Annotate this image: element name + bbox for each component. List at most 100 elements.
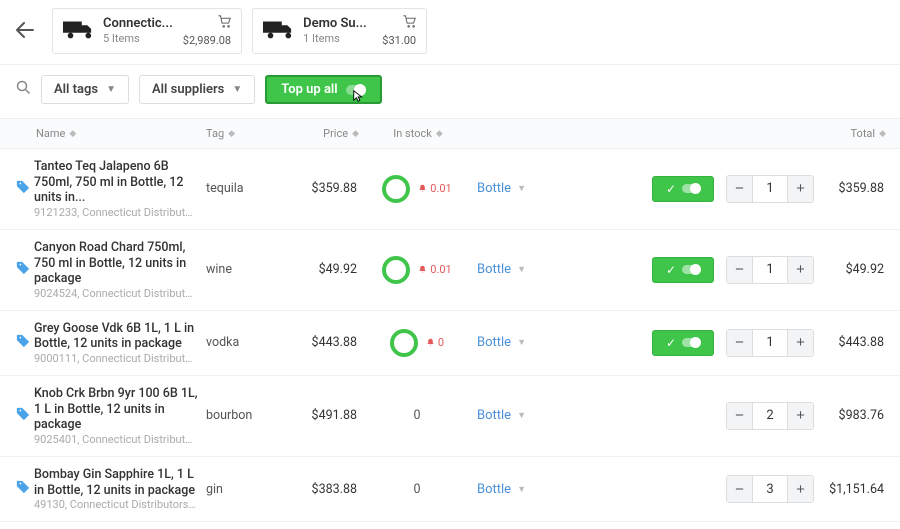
quantity-stepper: −2+ [726, 402, 814, 430]
row-total: $983.76 [814, 408, 884, 423]
unit-select[interactable]: Bottle▼ [477, 408, 557, 423]
product-sub: 9025401, Connecticut Distributor... [34, 433, 198, 446]
quantity-stepper: −1+ [726, 175, 814, 203]
qty-increment[interactable]: + [787, 176, 813, 202]
table-row: Goslings Blk Seal Rum Drk 80 1L, 1 L in … [0, 522, 900, 529]
supplier-total: $2,989.08 [183, 34, 231, 47]
unit-select[interactable]: Bottle▼ [477, 262, 557, 277]
chevron-down-icon: ▼ [106, 84, 116, 95]
product-name: Grey Goose Vdk 6B 1L, 1 L in Bottle, 12 … [34, 321, 198, 352]
qty-value: 3 [753, 482, 787, 497]
unit-select[interactable]: Bottle▼ [477, 482, 557, 497]
row-total: $49.92 [814, 262, 884, 277]
qty-increment[interactable]: + [787, 476, 813, 502]
low-stock-badge: 0.01 [418, 182, 451, 195]
cart-icon[interactable] [218, 15, 231, 32]
chevron-down-icon: ▼ [232, 84, 242, 95]
col-price[interactable]: Price◆ [269, 127, 357, 140]
tags-filter-label: All tags [54, 82, 98, 97]
back-button[interactable] [16, 15, 40, 47]
sort-icon: ◆ [69, 129, 74, 139]
check-icon: ✓ [666, 263, 676, 277]
chevron-down-icon: ▼ [517, 337, 526, 348]
table-header: Name◆ Tag◆ Price◆ In stock◆ Total◆ [0, 118, 900, 149]
product-tag: wine [206, 262, 269, 277]
product-tag: bourbon [206, 408, 269, 423]
unit-select[interactable]: Bottle▼ [477, 181, 557, 196]
tag-icon[interactable] [16, 261, 34, 279]
qty-increment[interactable]: + [787, 257, 813, 283]
quantity-stepper: −1+ [726, 329, 814, 357]
product-name: Tanteo Teq Jalapeno 6B 750ml, 750 ml in … [34, 159, 198, 206]
qty-increment[interactable]: + [787, 403, 813, 429]
low-stock-badge: 0 [426, 336, 444, 349]
col-total[interactable]: Total◆ [814, 127, 884, 140]
col-tag[interactable]: Tag◆ [206, 127, 269, 140]
cart-icon[interactable] [403, 15, 416, 32]
table-row: Bombay Gin Sapphire 1L, 1 L in Bottle, 1… [0, 457, 900, 522]
tag-icon[interactable] [16, 334, 34, 352]
col-name[interactable]: Name◆ [16, 127, 206, 140]
product-name: Knob Crk Brbn 9yr 100 6B 1L, 1 L in Bott… [34, 386, 198, 433]
unit-select[interactable]: Bottle▼ [477, 335, 557, 350]
stock-value: 0 [408, 408, 426, 423]
tag-icon[interactable] [16, 480, 34, 498]
qty-decrement[interactable]: − [727, 257, 753, 283]
sort-icon: ◆ [436, 129, 441, 139]
product-sub: 9121233, Connecticut Distributor... [34, 206, 198, 219]
stock-value: 0 [408, 482, 426, 497]
qty-increment[interactable]: + [787, 330, 813, 356]
supplier-items: 1 Items [303, 32, 372, 46]
product-price: $359.88 [269, 181, 357, 196]
chevron-down-icon: ▼ [517, 183, 526, 194]
qty-decrement[interactable]: − [727, 176, 753, 202]
supplier-card[interactable]: Demo Su...1 Items$31.00 [252, 8, 427, 54]
product-name: Canyon Road Chard 750ml, 750 ml in Bottl… [34, 240, 198, 287]
suppliers-filter-label: All suppliers [152, 82, 224, 97]
table-row: Knob Crk Brbn 9yr 100 6B 1L, 1 L in Bott… [0, 376, 900, 457]
row-total: $359.88 [814, 181, 884, 196]
chevron-down-icon: ▼ [517, 410, 526, 421]
tag-icon[interactable] [16, 407, 34, 425]
cursor-icon [352, 89, 366, 107]
supplier-name: Connectic... [103, 16, 173, 32]
product-price: $491.88 [269, 408, 357, 423]
table-row: Canyon Road Chard 750ml, 750 ml in Bottl… [0, 230, 900, 311]
top-up-all-button[interactable]: Top up all [265, 75, 381, 104]
sort-icon: ◆ [879, 129, 884, 139]
qty-value: 1 [753, 262, 787, 277]
product-sub: 9024524, Connecticut Distributor... [34, 287, 198, 300]
search-icon[interactable] [16, 80, 31, 99]
sort-icon: ◆ [228, 129, 233, 139]
product-sub: 9000111, Connecticut Distributor... [34, 352, 198, 365]
qty-decrement[interactable]: − [727, 330, 753, 356]
suppliers-filter[interactable]: All suppliers ▼ [139, 75, 255, 104]
row-topup-button[interactable]: ✓ [652, 257, 714, 283]
row-topup-button[interactable]: ✓ [652, 176, 714, 202]
quantity-stepper: −3+ [726, 475, 814, 503]
tags-filter[interactable]: All tags ▼ [41, 75, 129, 104]
truck-icon [263, 19, 293, 43]
top-up-all-label: Top up all [281, 82, 337, 97]
row-total: $1,151.64 [814, 482, 884, 497]
col-stock[interactable]: In stock◆ [357, 127, 477, 140]
check-icon: ✓ [666, 336, 676, 350]
product-price: $49.92 [269, 262, 357, 277]
supplier-card[interactable]: Connectic...5 Items $2,989.08 [52, 8, 242, 54]
chevron-down-icon: ▼ [517, 484, 526, 495]
supplier-items: 5 Items [103, 32, 173, 46]
check-icon: ✓ [666, 182, 676, 196]
tag-icon[interactable] [16, 180, 34, 198]
toggle-icon [682, 338, 700, 347]
product-name: Bombay Gin Sapphire 1L, 1 L in Bottle, 1… [34, 467, 198, 498]
product-price: $443.88 [269, 335, 357, 350]
product-price: $383.88 [269, 482, 357, 497]
stock-ring-icon [382, 256, 410, 284]
qty-decrement[interactable]: − [727, 476, 753, 502]
row-topup-button[interactable]: ✓ [652, 330, 714, 356]
truck-icon [63, 19, 93, 43]
supplier-total: $31.00 [382, 34, 416, 47]
stock-ring-icon [390, 329, 418, 357]
qty-decrement[interactable]: − [727, 403, 753, 429]
table-row: Tanteo Teq Jalapeno 6B 750ml, 750 ml in … [0, 149, 900, 230]
